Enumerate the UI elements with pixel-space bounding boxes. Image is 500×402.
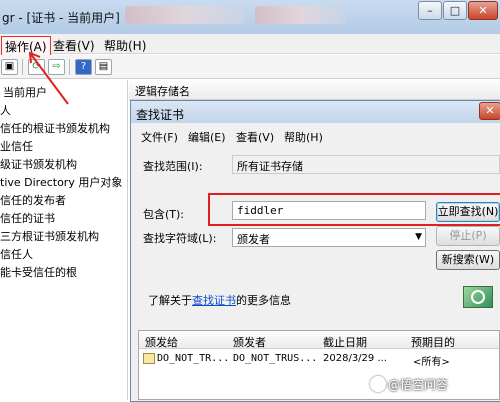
cell-expiry: 2028/3/29 ...	[323, 353, 387, 364]
console-icon[interactable]: ▣	[1, 59, 18, 75]
info-text: 了解关于查找证书的更多信息	[148, 292, 291, 308]
menu-view[interactable]: 查看(V)	[50, 36, 98, 55]
maximize-button[interactable]: □	[443, 1, 467, 20]
tree-item[interactable]: 信任的根证书颁发机构	[0, 120, 110, 136]
scope-label: 查找范围(I):	[143, 160, 203, 173]
watermark-logo-icon	[370, 376, 386, 392]
tree-item[interactable]: 信任的证书	[0, 210, 55, 226]
blurred-region	[255, 6, 345, 24]
menu-action[interactable]: 操作(A)	[1, 36, 51, 57]
scope-value: 所有证书存储	[237, 160, 303, 173]
tree-item[interactable]: tive Directory 用户对象	[0, 174, 122, 190]
toolbar: ▣ ⟳ ⇨ ? ▤	[0, 55, 500, 79]
tree-item[interactable]: 级证书颁发机构	[0, 156, 77, 172]
window-title: gr - [证书 - 当前用户]	[2, 11, 120, 25]
search-magnifier-icon	[463, 286, 493, 308]
tree-item[interactable]: 三方根证书颁发机构	[0, 228, 99, 244]
dialog-menu-file[interactable]: 文件(F)	[141, 129, 178, 145]
info-prefix: 了解关于	[148, 294, 192, 307]
dialog-menubar: 文件(F) 编辑(E) 查看(V) 帮助(H)	[131, 127, 500, 145]
menubar: 操作(A) 查看(V) 帮助(H)	[0, 34, 500, 57]
column-expiry[interactable]: 截止日期	[323, 334, 367, 350]
column-issued-to[interactable]: 颁发给	[145, 334, 178, 350]
dialog-title: 查找证书	[136, 108, 185, 122]
chevron-down-icon: ▼	[415, 232, 422, 242]
dialog-titlebar[interactable]: 查找证书 ✕	[131, 101, 500, 123]
stop-button[interactable]: 停止(P)	[436, 226, 500, 246]
scope-dropdown[interactable]: 所有证书存储	[232, 155, 500, 174]
certificate-store-tree: 当前用户 人 信任的根证书颁发机构 业信任 级证书颁发机构 tive Direc…	[0, 80, 128, 400]
find-certificates-help-link[interactable]: 查找证书	[192, 294, 236, 307]
refresh-icon[interactable]: ⟳	[28, 59, 45, 75]
new-search-button[interactable]: 新搜索(W)	[436, 250, 500, 270]
tree-item[interactable]: 信任人	[0, 246, 33, 262]
contains-value: fiddler	[237, 204, 284, 217]
export-icon[interactable]: ⇨	[48, 59, 65, 75]
tree-item[interactable]: 信任的发布者	[0, 192, 66, 208]
field-value: 颁发者	[237, 233, 270, 246]
dialog-close-button[interactable]: ✕	[479, 102, 500, 120]
info-suffix: 的更多信息	[236, 294, 291, 307]
find-now-button[interactable]: 立即查找(N)	[436, 202, 500, 222]
contains-label: 包含(T):	[143, 208, 185, 221]
results-header: 颁发给 颁发者 截止日期 预期目的	[139, 331, 499, 350]
certificate-icon	[143, 353, 155, 364]
cell-purpose: <所有>	[413, 357, 450, 368]
close-button[interactable]: ✕	[468, 1, 498, 20]
toolbar-separator	[69, 59, 70, 75]
column-header-label: 逻辑存储名	[135, 85, 190, 98]
column-header-logical-store[interactable]: 逻辑存储名	[129, 80, 500, 100]
dialog-menu-edit[interactable]: 编辑(E)	[188, 129, 226, 145]
column-purpose[interactable]: 预期目的	[411, 334, 455, 350]
tree-item[interactable]: 能卡受信任的根	[0, 264, 77, 280]
field-dropdown[interactable]: 颁发者 ▼	[232, 228, 426, 247]
watermark: @悟空问答	[388, 378, 449, 392]
tree-item[interactable]: 业信任	[0, 138, 33, 154]
field-label: 查找字符域(L):	[143, 232, 217, 245]
menu-help[interactable]: 帮助(H)	[101, 36, 149, 55]
minimize-button[interactable]: –	[418, 1, 442, 20]
view-icon[interactable]: ▤	[95, 59, 112, 75]
window-titlebar[interactable]: gr - [证书 - 当前用户] – □ ✕	[0, 0, 500, 34]
contains-input[interactable]: fiddler	[232, 201, 426, 220]
cell-issuer: DO_NOT_TRUS...	[233, 353, 318, 364]
column-issuer[interactable]: 颁发者	[233, 334, 266, 350]
dialog-menu-help[interactable]: 帮助(H)	[284, 129, 323, 145]
tree-item[interactable]: 人	[0, 102, 11, 118]
dialog-menu-view[interactable]: 查看(V)	[236, 129, 274, 145]
help-icon[interactable]: ?	[75, 59, 92, 75]
blurred-region	[125, 6, 245, 24]
toolbar-separator	[22, 59, 23, 75]
cell-issued-to: DO_NOT_TR...	[157, 353, 230, 364]
tree-root-current-user[interactable]: 当前用户	[3, 84, 47, 100]
